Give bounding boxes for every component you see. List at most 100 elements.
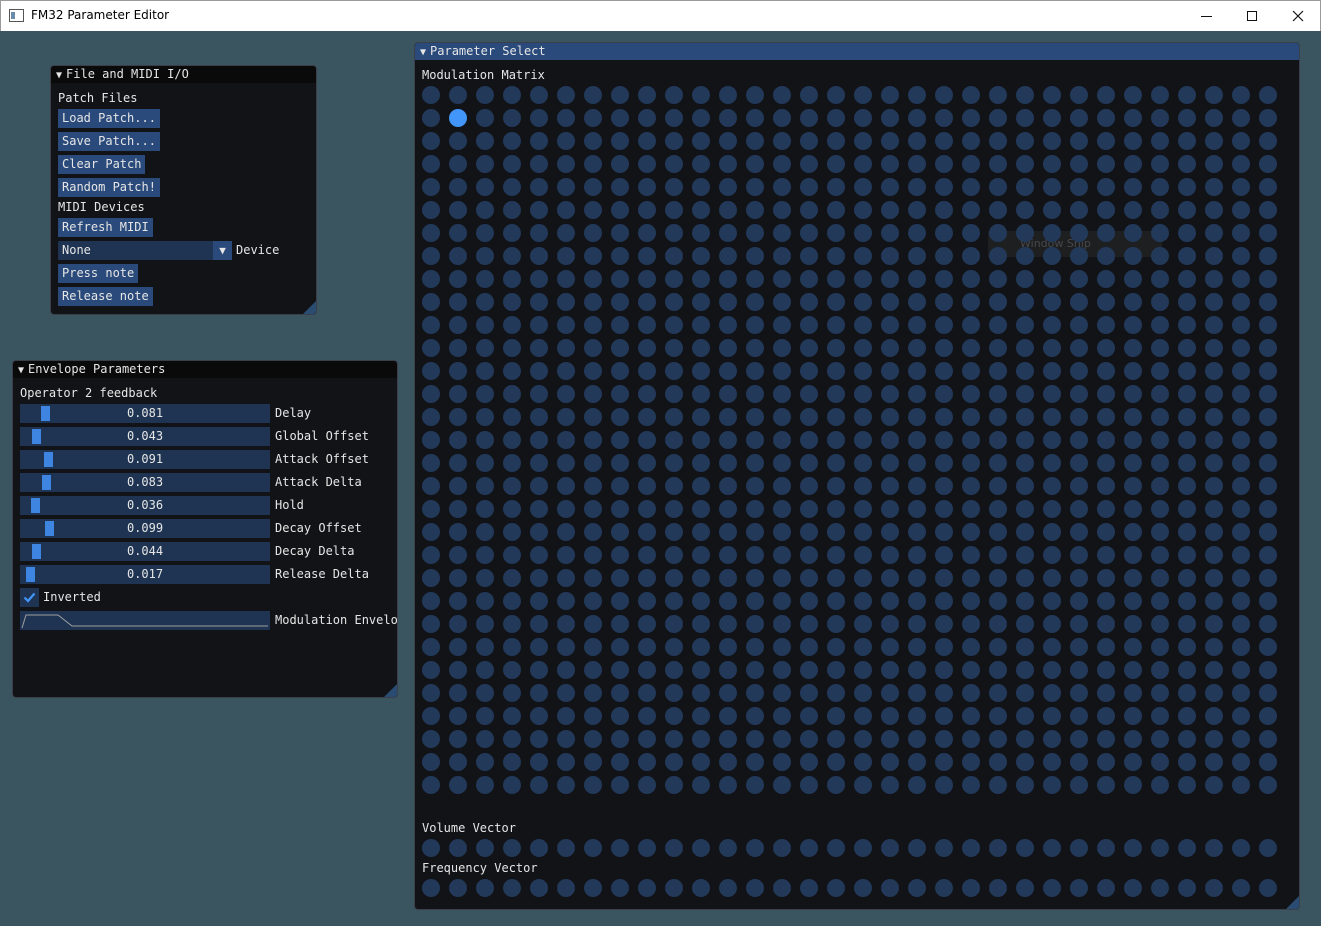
- matrix-cell-button[interactable]: [1097, 684, 1115, 702]
- matrix-cell-button[interactable]: [557, 753, 575, 771]
- matrix-cell-button[interactable]: [989, 684, 1007, 702]
- matrix-cell-button[interactable]: [476, 362, 494, 380]
- resize-grip[interactable]: [1286, 896, 1299, 909]
- matrix-cell-button[interactable]: [665, 408, 683, 426]
- matrix-cell-button[interactable]: [1205, 684, 1223, 702]
- matrix-cell-button[interactable]: [1043, 385, 1061, 403]
- matrix-cell-button[interactable]: [773, 661, 791, 679]
- matrix-cell-button[interactable]: [1178, 247, 1196, 265]
- matrix-cell-button[interactable]: [665, 523, 683, 541]
- close-button[interactable]: [1275, 1, 1321, 31]
- matrix-cell-button[interactable]: [773, 477, 791, 495]
- matrix-cell-button[interactable]: [989, 730, 1007, 748]
- matrix-cell-button[interactable]: [773, 247, 791, 265]
- matrix-cell-button[interactable]: [800, 523, 818, 541]
- matrix-cell-button[interactable]: [422, 293, 440, 311]
- matrix-cell-button[interactable]: [1070, 109, 1088, 127]
- matrix-cell-button[interactable]: [503, 201, 521, 219]
- matrix-cell-button[interactable]: [503, 615, 521, 633]
- matrix-cell-button[interactable]: [611, 224, 629, 242]
- matrix-cell-button[interactable]: [881, 362, 899, 380]
- matrix-cell-button[interactable]: [692, 86, 710, 104]
- matrix-cell-button[interactable]: [908, 385, 926, 403]
- matrix-cell-button[interactable]: [1205, 454, 1223, 472]
- matrix-cell-button[interactable]: [449, 707, 467, 725]
- matrix-cell-button[interactable]: [611, 569, 629, 587]
- matrix-cell-button[interactable]: [1043, 362, 1061, 380]
- maximize-button[interactable]: [1229, 1, 1275, 31]
- matrix-cell-button[interactable]: [557, 293, 575, 311]
- matrix-cell-button[interactable]: [773, 362, 791, 380]
- matrix-cell-button[interactable]: [746, 155, 764, 173]
- matrix-cell-button[interactable]: [1016, 385, 1034, 403]
- matrix-cell-button[interactable]: [746, 224, 764, 242]
- matrix-cell-button[interactable]: [692, 684, 710, 702]
- matrix-cell-button[interactable]: [422, 247, 440, 265]
- matrix-cell-button[interactable]: [1016, 270, 1034, 288]
- matrix-cell-button[interactable]: [692, 132, 710, 150]
- matrix-cell-button[interactable]: [1097, 546, 1115, 564]
- matrix-cell-button[interactable]: [746, 270, 764, 288]
- matrix-cell-button[interactable]: [584, 316, 602, 334]
- matrix-cell-button[interactable]: [503, 569, 521, 587]
- matrix-cell-button[interactable]: [638, 730, 656, 748]
- frequency-vector-cell-button[interactable]: [989, 879, 1007, 897]
- matrix-cell-button[interactable]: [476, 270, 494, 288]
- matrix-cell-button[interactable]: [1043, 431, 1061, 449]
- matrix-cell-button[interactable]: [1070, 730, 1088, 748]
- volume-vector-cell-button[interactable]: [854, 839, 872, 857]
- matrix-cell-button[interactable]: [476, 684, 494, 702]
- matrix-cell-button[interactable]: [503, 109, 521, 127]
- matrix-cell-button[interactable]: [827, 385, 845, 403]
- matrix-cell-button[interactable]: [1259, 730, 1277, 748]
- matrix-cell-button[interactable]: [719, 500, 737, 518]
- matrix-cell-button[interactable]: [1097, 408, 1115, 426]
- matrix-cell-button[interactable]: [908, 546, 926, 564]
- matrix-cell-button[interactable]: [503, 293, 521, 311]
- matrix-cell-button[interactable]: [1205, 477, 1223, 495]
- matrix-cell-button[interactable]: [1124, 339, 1142, 357]
- frequency-vector-cell-button[interactable]: [908, 879, 926, 897]
- matrix-cell-button[interactable]: [854, 178, 872, 196]
- matrix-cell-button[interactable]: [1043, 638, 1061, 656]
- matrix-cell-button[interactable]: [692, 661, 710, 679]
- matrix-cell-button[interactable]: [665, 730, 683, 748]
- matrix-cell-button[interactable]: [773, 132, 791, 150]
- matrix-cell-button[interactable]: [1043, 408, 1061, 426]
- matrix-cell-button[interactable]: [476, 661, 494, 679]
- matrix-cell-button[interactable]: [584, 109, 602, 127]
- matrix-cell-button[interactable]: [800, 615, 818, 633]
- matrix-cell-button[interactable]: [692, 523, 710, 541]
- matrix-cell-button[interactable]: [530, 339, 548, 357]
- matrix-cell-button[interactable]: [827, 362, 845, 380]
- matrix-cell-button[interactable]: [989, 661, 1007, 679]
- matrix-cell-button[interactable]: [935, 592, 953, 610]
- matrix-cell-button[interactable]: [1178, 86, 1196, 104]
- matrix-cell-button[interactable]: [665, 569, 683, 587]
- matrix-cell-button[interactable]: [827, 500, 845, 518]
- matrix-cell-button[interactable]: [1178, 707, 1196, 725]
- matrix-cell-button[interactable]: [854, 155, 872, 173]
- matrix-cell-button[interactable]: [908, 454, 926, 472]
- matrix-cell-button[interactable]: [1097, 316, 1115, 334]
- matrix-cell-button[interactable]: [1043, 178, 1061, 196]
- matrix-cell-button[interactable]: [584, 707, 602, 725]
- matrix-cell-button[interactable]: [1124, 408, 1142, 426]
- matrix-cell-button[interactable]: [773, 293, 791, 311]
- matrix-cell-button[interactable]: [962, 707, 980, 725]
- matrix-cell-button[interactable]: [854, 293, 872, 311]
- matrix-cell-button[interactable]: [962, 201, 980, 219]
- matrix-cell-button[interactable]: [530, 408, 548, 426]
- matrix-cell-button[interactable]: [962, 477, 980, 495]
- minimize-button[interactable]: [1183, 1, 1229, 31]
- matrix-cell-button[interactable]: [584, 569, 602, 587]
- matrix-cell-button[interactable]: [449, 385, 467, 403]
- matrix-cell-button[interactable]: [935, 86, 953, 104]
- matrix-cell-button[interactable]: [1070, 408, 1088, 426]
- matrix-cell-button[interactable]: [1016, 638, 1034, 656]
- matrix-cell-button[interactable]: [881, 569, 899, 587]
- matrix-cell-button[interactable]: [665, 270, 683, 288]
- matrix-cell-button[interactable]: [611, 293, 629, 311]
- matrix-cell-button[interactable]: [476, 132, 494, 150]
- matrix-cell-button[interactable]: [503, 454, 521, 472]
